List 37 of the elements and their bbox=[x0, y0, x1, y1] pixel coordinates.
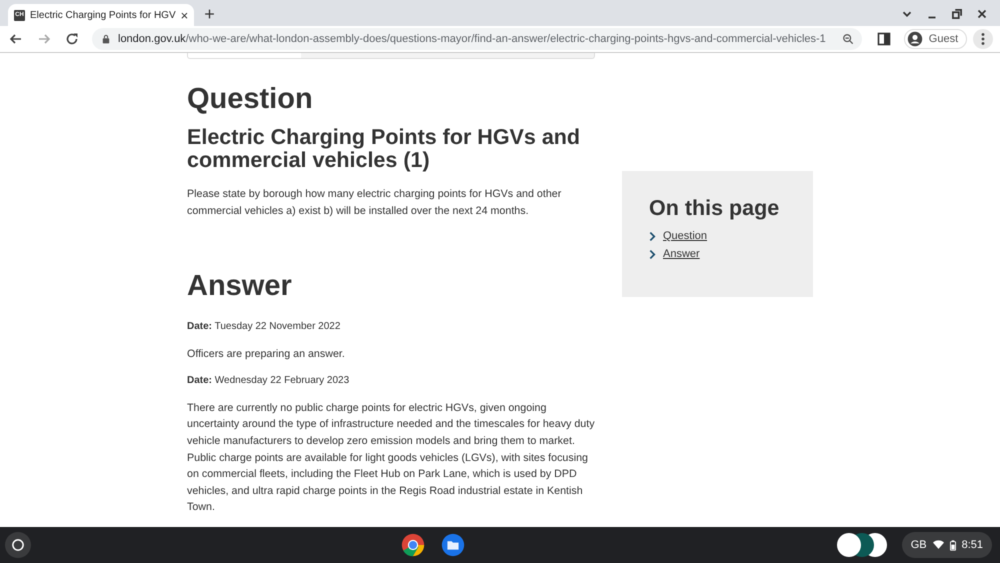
browser-app-icon[interactable] bbox=[400, 532, 426, 558]
section-heading: Question bbox=[187, 83, 314, 116]
zoom-icon[interactable] bbox=[842, 33, 854, 45]
person-icon bbox=[906, 31, 923, 47]
wifi-icon bbox=[932, 540, 944, 550]
profile-name: Guest bbox=[928, 33, 958, 45]
battery-icon bbox=[950, 540, 956, 550]
keyboard-layout: GB bbox=[910, 539, 927, 551]
answer-date: Date: Wednesday 22 February 2023 bbox=[187, 374, 350, 386]
new-tab-button[interactable]: + bbox=[204, 4, 215, 24]
tab-title: Electric Charging Points for HGV bbox=[30, 10, 176, 20]
answer-date: Date: Tuesday 22 November 2022 bbox=[187, 321, 342, 332]
section-heading: Answer bbox=[187, 270, 293, 304]
folder-app-icon[interactable] bbox=[440, 532, 466, 558]
reload-icon[interactable] bbox=[64, 31, 80, 47]
chevron-right-icon bbox=[649, 230, 656, 242]
close-icon[interactable] bbox=[975, 7, 989, 21]
page-link[interactable]: Question bbox=[663, 230, 708, 242]
page-link[interactable]: Answer bbox=[663, 248, 700, 260]
close-tab-button[interactable]: × bbox=[180, 8, 188, 22]
lock-icon bbox=[102, 34, 110, 44]
clock-time: 8:51 bbox=[962, 539, 984, 551]
url-text: london.gov.uk/who-we-are/what-london-assembly-does/questions-mayor/find-an-answer/electric-charging-points-hgvs-and-commercial-vehicles-1 bbox=[118, 33, 826, 45]
launcher-icon[interactable] bbox=[5, 532, 31, 558]
menu-icon[interactable] bbox=[973, 29, 994, 49]
profile-button[interactable]: Guest bbox=[904, 29, 968, 49]
status-area[interactable]: GB 8:51 bbox=[902, 532, 992, 558]
answer-text: There are currently no public charge points for electric HGVs, given ongoing uncertainty around the type of infrastructure needed and the timescales for heavy duty vehicle manufacturers to develop zero emission models and bring them to market. Public charge points are available for light goods vehicles (LGVs), with sites focusing on commercial fleets, including the Fleet Hub on Park Lane, which is used by DPD vehicles, and ultra rapid charge points in the Regis Road industrial estate in Kentish Town. bbox=[187, 400, 595, 516]
chevron-right-icon bbox=[649, 248, 656, 260]
address-bar[interactable]: london.gov.uk/who-we-are/what-london-assembly-does/questions-mayor/find-an-answer/electric-charging-points-hgvs-and-commercial-vehicles-1 bbox=[92, 28, 862, 50]
question-text: Please state by borough how many electric charging points for HGVs and other commercial vehicles a) exist b) will be installed over the next 24 months. bbox=[187, 187, 562, 219]
side-panel-icon[interactable] bbox=[876, 31, 892, 47]
question-title: Electric Charging Points for HGVs and commercial vehicles (1) bbox=[187, 126, 582, 172]
notification-icons-drawing[interactable] bbox=[836, 532, 888, 558]
answer-text: Officers are preparing an answer. bbox=[187, 347, 346, 362]
restore-icon[interactable] bbox=[950, 7, 964, 21]
panel-heading: On this page bbox=[649, 196, 780, 221]
